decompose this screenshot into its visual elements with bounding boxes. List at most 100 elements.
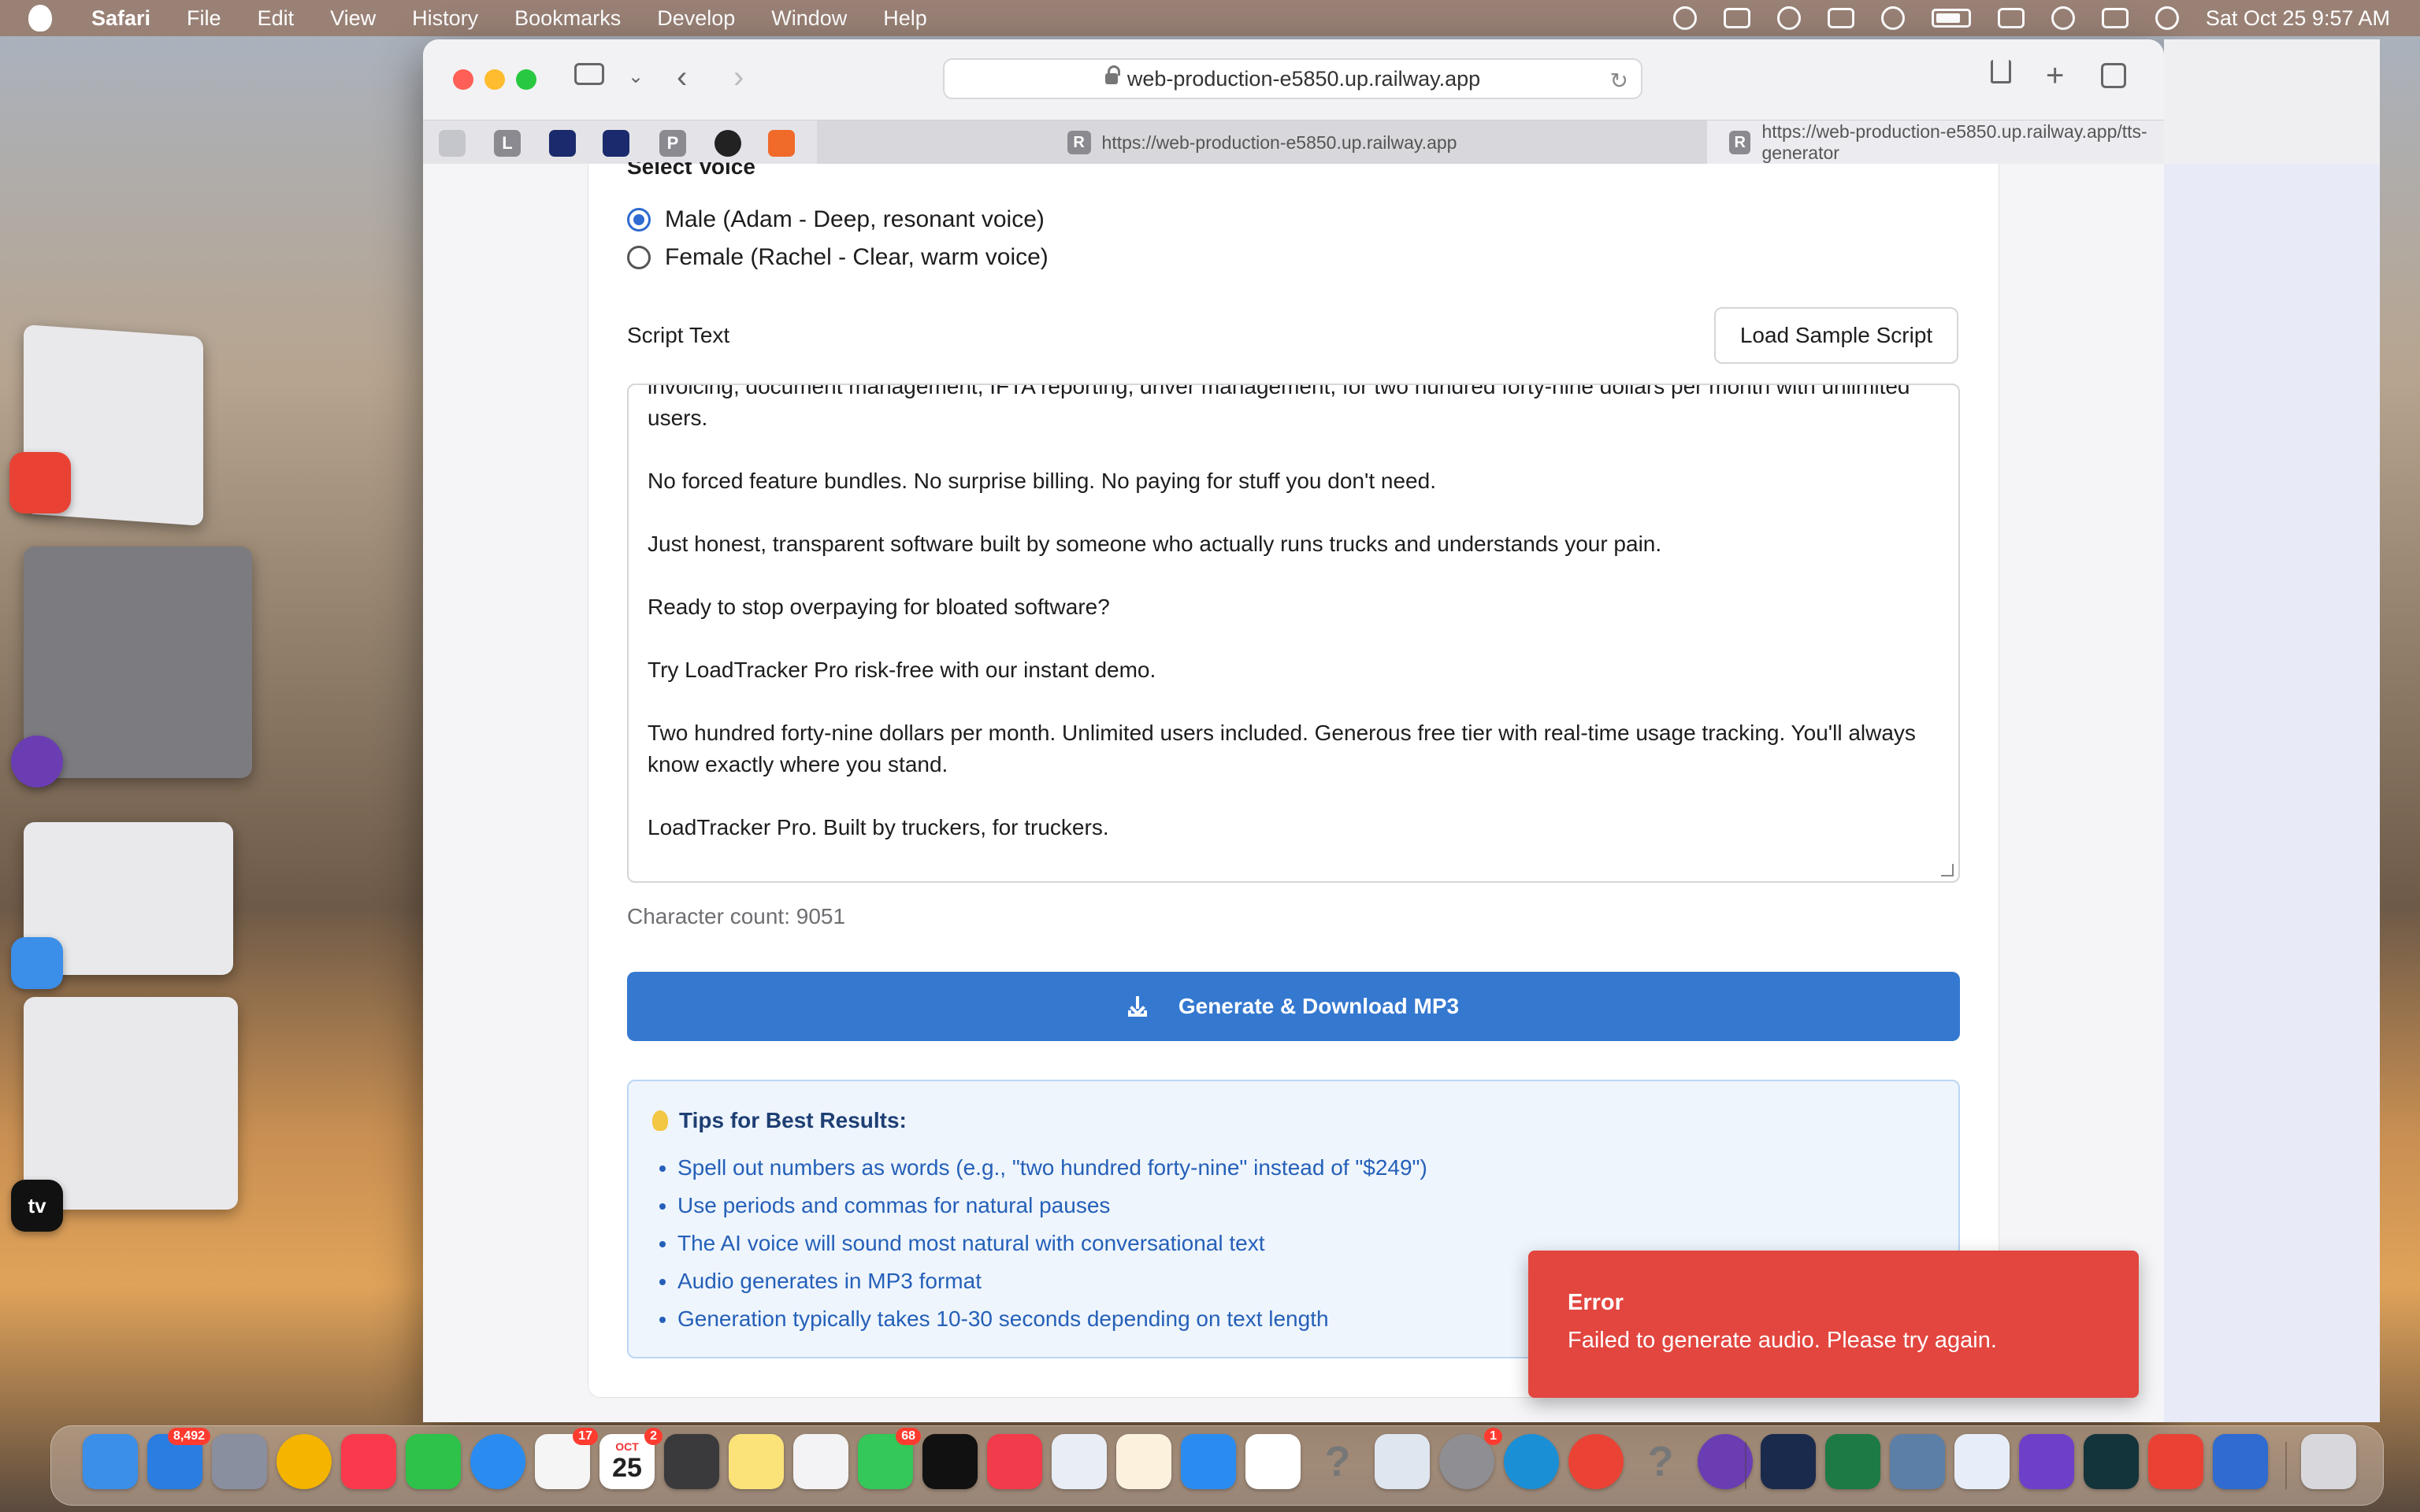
calculator-icon[interactable] xyxy=(664,1434,719,1489)
cloud-upload-icon[interactable] xyxy=(2148,1434,2203,1489)
zoom-window-button[interactable] xyxy=(516,69,536,90)
photos-icon[interactable] xyxy=(277,1434,332,1489)
pinned-tab-arrow-icon[interactable] xyxy=(549,130,576,157)
notes-icon[interactable] xyxy=(729,1434,784,1489)
app-store-icon[interactable] xyxy=(1181,1434,1236,1489)
safari-icon[interactable] xyxy=(470,1434,525,1489)
tips-list: Spell out numbers as words (e.g., "two h… xyxy=(651,1149,1427,1338)
script-textarea[interactable]: invoicing, document management, IFTA rep… xyxy=(627,384,1960,883)
share-icon[interactable] xyxy=(1991,60,2011,83)
screen-recorder-icon[interactable] xyxy=(2213,1434,2268,1489)
reminders-icon[interactable]: 17 xyxy=(535,1428,598,1489)
facetime-icon[interactable] xyxy=(406,1434,461,1489)
messages-icon[interactable]: 68 xyxy=(858,1428,921,1489)
menu-view[interactable]: View xyxy=(330,6,376,31)
cloud-status-icon[interactable] xyxy=(1672,6,1697,30)
blocked-app-icon[interactable] xyxy=(1827,8,1854,28)
pinned-tab-sail-icon[interactable] xyxy=(603,130,629,157)
pinned-tab-orange-icon[interactable] xyxy=(768,130,795,157)
music-icon[interactable] xyxy=(341,1434,396,1489)
pinned-tab-document-icon[interactable] xyxy=(439,130,466,157)
menu-help[interactable]: Help xyxy=(883,6,927,31)
pinned-tab-p[interactable]: P xyxy=(659,130,686,157)
bluetooth-icon[interactable] xyxy=(1880,6,1905,30)
close-window-button[interactable] xyxy=(453,69,473,90)
screen-mirroring-icon[interactable] xyxy=(1997,8,2025,28)
freeform-icon[interactable] xyxy=(793,1434,848,1489)
calendar-icon[interactable]: OCT 25 2 xyxy=(599,1428,663,1489)
menu-app-name[interactable]: Safari xyxy=(91,6,150,31)
mail-badge: 8,492 xyxy=(167,1428,210,1445)
trash-icon[interactable] xyxy=(2301,1434,2356,1489)
menu-bookmarks[interactable]: Bookmarks xyxy=(514,6,621,31)
menu-history[interactable]: History xyxy=(412,6,478,31)
menu-edit[interactable]: Edit xyxy=(258,6,295,31)
menu-develop[interactable]: Develop xyxy=(657,6,735,31)
pinned-tab-globe-icon[interactable] xyxy=(714,130,741,157)
keynote-icon[interactable] xyxy=(1052,1434,1107,1489)
menu-file[interactable]: File xyxy=(187,6,221,31)
preview-icon[interactable] xyxy=(1890,1434,1945,1489)
battery-icon[interactable] xyxy=(1931,9,1971,28)
script-paragraph: No forced feature bundles. No surprise b… xyxy=(648,469,1436,493)
reload-icon[interactable]: ↻ xyxy=(1610,68,1628,94)
pinned-tab-l[interactable]: L xyxy=(494,130,521,157)
stage-window-thumbnail[interactable] xyxy=(24,997,238,1210)
control-center-icon[interactable] xyxy=(2101,8,2129,28)
generate-download-button[interactable]: Generate & Download MP3 xyxy=(627,972,1960,1041)
tab-railway-home[interactable]: R https://web-production-e5850.up.railwa… xyxy=(817,120,1708,165)
siri-icon[interactable] xyxy=(2155,6,2179,30)
load-sample-script-button[interactable]: Load Sample Script xyxy=(1714,307,1958,364)
edge-icon[interactable] xyxy=(1504,1434,1559,1489)
news-icon[interactable] xyxy=(987,1434,1042,1489)
script-paragraph: Two hundred forty-nine dollars per month… xyxy=(648,721,1922,776)
messages-badge: 68 xyxy=(896,1428,921,1445)
tip-item: The AI voice will sound most natural wit… xyxy=(677,1225,1427,1262)
xcode-icon[interactable] xyxy=(1375,1434,1430,1489)
chrome-icon[interactable] xyxy=(1568,1434,1624,1489)
dock-separator xyxy=(2285,1442,2287,1489)
menu-window[interactable]: Window xyxy=(771,6,847,31)
voice-option-female[interactable]: Female (Rachel - Clear, warm voice) xyxy=(627,244,1049,271)
tab-overview-icon[interactable] xyxy=(2101,63,2126,88)
finder-icon[interactable] xyxy=(83,1434,138,1489)
proton-icon[interactable] xyxy=(1761,1434,1816,1489)
unknown-app-icon[interactable]: ? xyxy=(1310,1434,1365,1489)
minimize-window-button[interactable] xyxy=(484,69,505,90)
toast-message: Failed to generate audio. Please try aga… xyxy=(1568,1328,1997,1353)
tab-favicon: R xyxy=(1067,131,1091,154)
resize-handle[interactable] xyxy=(1941,864,1954,876)
tip-item: Generation typically takes 10-30 seconds… xyxy=(677,1300,1427,1338)
chevron-down-icon[interactable]: ⌄ xyxy=(628,61,644,93)
unknown-app-icon[interactable]: ? xyxy=(1633,1434,1688,1489)
perplexity-icon[interactable] xyxy=(2084,1434,2139,1489)
character-count: Character count: 9051 xyxy=(627,904,846,928)
apple-menu-icon[interactable] xyxy=(28,5,52,32)
system-settings-icon[interactable]: 1 xyxy=(1439,1428,1502,1489)
tip-item: Audio generates in MP3 format xyxy=(677,1262,1427,1300)
numbers-icon[interactable] xyxy=(1245,1434,1301,1489)
radio-male[interactable] xyxy=(627,208,651,232)
spotlight-search-icon[interactable] xyxy=(2051,6,2075,30)
radio-female[interactable] xyxy=(627,246,651,269)
voice-option-male[interactable]: Male (Adam - Deep, resonant voice) xyxy=(627,206,1045,233)
sun-icon[interactable] xyxy=(1776,6,1801,30)
forward-button[interactable]: › xyxy=(733,61,744,93)
github-icon[interactable] xyxy=(2019,1434,2074,1489)
pages-icon[interactable] xyxy=(1116,1434,1171,1489)
outlook-icon[interactable] xyxy=(1954,1434,2010,1489)
mail-icon[interactable]: 8,492 xyxy=(147,1428,210,1489)
sidebar-toggle-icon[interactable] xyxy=(574,63,604,85)
package-icon[interactable] xyxy=(1723,8,1750,28)
menubar-clock[interactable]: Sat Oct 25 9:57 AM xyxy=(2206,6,2390,31)
error-toast[interactable]: Error Failed to generate audio. Please t… xyxy=(1528,1251,2139,1398)
lock-icon xyxy=(1104,65,1120,84)
apple-tv-icon[interactable] xyxy=(922,1434,978,1489)
stage-window-thumbnail[interactable] xyxy=(24,547,252,778)
new-tab-icon[interactable]: + xyxy=(2046,60,2064,91)
back-button[interactable]: ‹ xyxy=(677,61,687,93)
excel-icon[interactable] xyxy=(1825,1434,1880,1489)
address-bar[interactable]: web-production-e5850.up.railway.app ↻ xyxy=(943,58,1642,99)
launchpad-icon[interactable] xyxy=(212,1434,267,1489)
tab-tts-generator[interactable]: R https://web-production-e5850.up.railwa… xyxy=(1707,120,2164,165)
